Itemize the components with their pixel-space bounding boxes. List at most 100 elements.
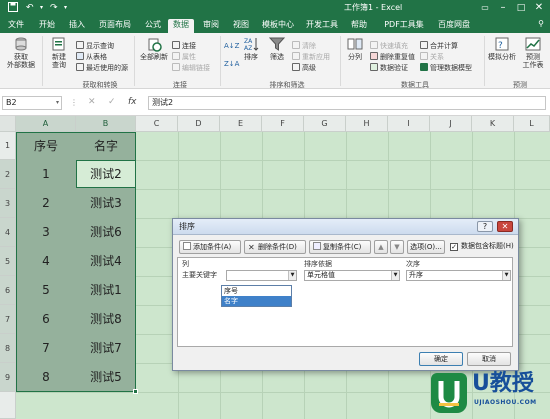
dialog-title-bar[interactable]: 排序 ? ✕ xyxy=(173,219,518,235)
ok-button[interactable]: 确定 xyxy=(419,352,463,366)
column-header-c[interactable]: C xyxy=(136,116,178,132)
lightbulb-icon[interactable]: ⚲ xyxy=(538,19,544,28)
new-query-button[interactable]: 新建 查询 xyxy=(46,36,72,69)
row-header-6[interactable]: 6 xyxy=(0,276,16,305)
sort-on-select[interactable]: 单元格值 ▼ xyxy=(304,270,400,281)
table-cell[interactable]: 1 xyxy=(16,160,76,189)
column-header-k[interactable]: K xyxy=(472,116,514,132)
table-cell[interactable]: 测试4 xyxy=(76,247,136,276)
name-box[interactable]: B2 xyxy=(2,96,62,110)
recent-sources-button[interactable]: 最近使用的源 xyxy=(76,63,128,73)
row-header-8[interactable]: 8 xyxy=(0,334,16,363)
chevron-down-icon[interactable]: ▼ xyxy=(502,271,510,280)
customize-icon[interactable]: ▾ xyxy=(64,2,67,14)
column-header-f[interactable]: F xyxy=(262,116,304,132)
column-header-j[interactable]: J xyxy=(430,116,472,132)
move-up-button[interactable]: ▲ xyxy=(374,240,388,254)
what-if-analysis-button[interactable]: ? 模拟分析 xyxy=(486,36,518,61)
table-cell[interactable]: 3 xyxy=(16,218,76,247)
order-select[interactable]: 升序 ▼ xyxy=(406,270,511,281)
flash-fill-button[interactable]: 快速填充 xyxy=(370,41,408,51)
save-icon[interactable] xyxy=(8,2,18,16)
tab-file[interactable]: 文件 xyxy=(5,19,27,33)
table-cell[interactable]: 测试6 xyxy=(76,218,136,247)
delete-level-button[interactable]: ✕ 删除条件(D) xyxy=(244,240,306,254)
tab-baidu-netdisk[interactable]: 百度网盘 xyxy=(436,19,472,33)
has-headers-checkbox[interactable]: ✓ xyxy=(450,243,458,251)
row-header-7[interactable]: 7 xyxy=(0,305,16,334)
consolidate-button[interactable]: 合并计算 xyxy=(420,41,458,51)
table-cell[interactable]: 测试7 xyxy=(76,334,136,363)
ribbon-display-icon[interactable]: ▭ xyxy=(478,1,492,15)
table-cell[interactable]: 7 xyxy=(16,334,76,363)
data-validation-button[interactable]: 数据验证 xyxy=(370,63,408,73)
table-cell[interactable]: 8 xyxy=(16,363,76,392)
row-header-9[interactable]: 9 xyxy=(0,363,16,392)
row-header-4[interactable]: 4 xyxy=(0,218,16,247)
column-header-h[interactable]: H xyxy=(346,116,388,132)
table-cell[interactable]: 测试5 xyxy=(76,363,136,392)
table-cell[interactable]: 6 xyxy=(16,305,76,334)
tab-view[interactable]: 视图 xyxy=(230,19,252,33)
column-header-g[interactable]: G xyxy=(304,116,346,132)
close-icon[interactable]: ✕ xyxy=(497,221,513,232)
column-header-e[interactable]: E xyxy=(220,116,262,132)
relationships-button[interactable]: 关系 xyxy=(420,52,444,62)
remove-duplicates-button[interactable]: 删除重复值 xyxy=(370,52,415,62)
close-icon[interactable]: ✕ xyxy=(532,1,546,15)
maximize-icon[interactable]: □ xyxy=(514,1,528,15)
table-cell[interactable]: 测试1 xyxy=(76,276,136,305)
clear-filter-button[interactable]: 清除 xyxy=(292,41,316,51)
manage-data-model-button[interactable]: 管理数据模型 xyxy=(420,63,472,73)
enter-icon[interactable]: ✓ xyxy=(108,97,116,107)
column-header-i[interactable]: I xyxy=(388,116,430,132)
column-header-d[interactable]: D xyxy=(178,116,220,132)
filter-button[interactable]: 筛选 xyxy=(266,36,288,61)
row-header-1[interactable]: 1 xyxy=(0,132,16,160)
tab-insert[interactable]: 插入 xyxy=(66,19,88,33)
formula-input[interactable]: 测试2 xyxy=(148,96,546,110)
row-header-3[interactable]: 3 xyxy=(0,189,16,218)
properties-button[interactable]: 属性 xyxy=(172,52,196,62)
refresh-all-button[interactable]: 全部刷新 xyxy=(138,36,170,61)
select-all-corner[interactable] xyxy=(0,116,16,132)
fx-icon[interactable]: fx xyxy=(128,97,137,107)
header-cell-name[interactable]: 名字 xyxy=(76,132,136,160)
column-header-a[interactable]: A xyxy=(16,116,76,132)
minimize-icon[interactable]: – xyxy=(496,1,510,15)
tab-page-layout[interactable]: 页面布局 xyxy=(98,19,132,33)
sort-desc-button[interactable]: Z↓A xyxy=(224,60,239,69)
from-table-button[interactable]: 从表格 xyxy=(76,52,107,62)
connections-button[interactable]: 连接 xyxy=(172,41,196,51)
table-cell[interactable]: 测试2 xyxy=(76,160,136,189)
get-external-data-button[interactable]: 获取 外部数据 xyxy=(2,36,40,69)
advanced-filter-button[interactable]: 高级 xyxy=(292,63,316,73)
sort-button[interactable]: ZA AZ 排序 xyxy=(240,36,262,61)
table-cell[interactable]: 2 xyxy=(16,189,76,218)
options-button[interactable]: 选项(O)... xyxy=(407,240,445,254)
show-queries-button[interactable]: 显示查询 xyxy=(76,41,114,51)
column-header-l[interactable]: L xyxy=(514,116,550,132)
tab-template-center[interactable]: 模板中心 xyxy=(260,19,296,33)
tab-formulas[interactable]: 公式 xyxy=(142,19,164,33)
move-down-button[interactable]: ▼ xyxy=(390,240,404,254)
cancel-button[interactable]: 取消 xyxy=(467,352,511,366)
tab-developer[interactable]: 开发工具 xyxy=(304,19,340,33)
forecast-sheet-button[interactable]: 预测 工作表 xyxy=(518,36,548,69)
table-cell[interactable]: 测试8 xyxy=(76,305,136,334)
tab-home[interactable]: 开始 xyxy=(36,19,58,33)
dropdown-option-seq[interactable]: 序号 xyxy=(222,286,291,296)
undo-icon[interactable]: ↶ xyxy=(26,2,34,14)
table-cell[interactable]: 测试3 xyxy=(76,189,136,218)
text-to-columns-button[interactable]: 分列 xyxy=(344,36,366,61)
column-header-b[interactable]: B xyxy=(76,116,136,132)
row-header-2[interactable]: 2 xyxy=(0,160,16,189)
undo-dropdown-icon[interactable]: ▾ xyxy=(40,2,43,14)
tab-help[interactable]: 帮助 xyxy=(348,19,370,33)
header-cell-seq[interactable]: 序号 xyxy=(16,132,76,160)
cancel-icon[interactable]: ✕ xyxy=(88,97,96,107)
name-box-dropdown-icon[interactable]: ▾ xyxy=(56,99,59,106)
copy-level-button[interactable]: 复制条件(C) xyxy=(309,240,371,254)
help-icon[interactable]: ? xyxy=(477,221,493,232)
sort-by-select[interactable]: ▼ xyxy=(226,270,297,281)
